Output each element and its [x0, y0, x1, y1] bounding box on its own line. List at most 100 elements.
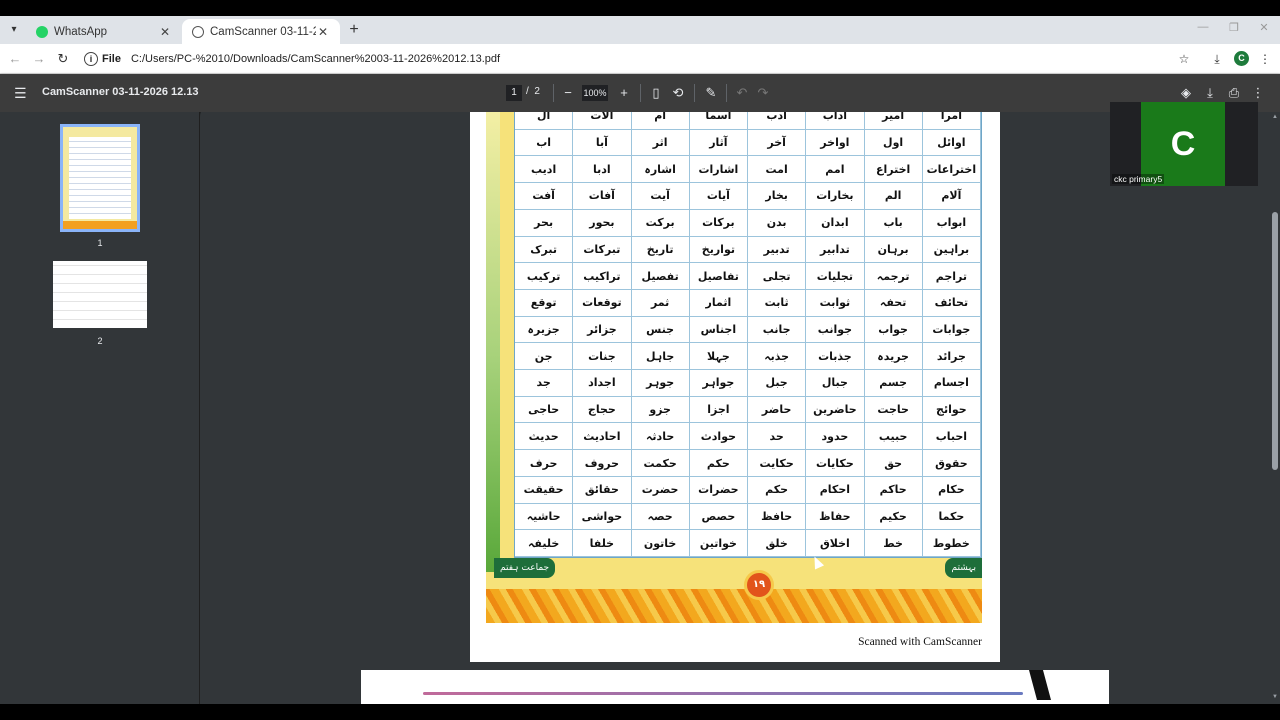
address-bar[interactable]: i File C:/Users/PC-%2010/Downloads/CamSc… [84, 48, 1164, 70]
table-cell: آبا [573, 129, 632, 157]
maximize-icon[interactable]: ❐ [1224, 21, 1244, 34]
table-cell: بدن [748, 209, 807, 237]
scrollbar[interactable]: ▲ ▼ [1270, 112, 1280, 704]
info-icon[interactable]: i [84, 52, 98, 66]
table-cell: تراکیب [573, 263, 632, 290]
page-thumbnail-2[interactable] [53, 261, 147, 328]
table-cell: اول [864, 129, 923, 157]
print-icon[interactable]: ⎙ [1226, 85, 1242, 101]
tab-title: WhatsApp [54, 25, 108, 38]
table-cell: ابدان [806, 209, 865, 237]
table-cell: حدود [806, 423, 865, 451]
page-2-mark [1028, 670, 1052, 700]
table-cell: آفت [515, 183, 574, 210]
table-cell: تفصیل [631, 263, 690, 290]
page-footer-pattern [486, 589, 982, 623]
table-cell: ابواب [922, 209, 981, 237]
table-cell: اب [515, 129, 574, 157]
tab-whatsapp[interactable]: WhatsApp ✕ [26, 19, 182, 44]
pdf-viewer[interactable]: آل آلات اُم اسما ادب آداب امیر امرا اب آبا اثر آثار… [201, 112, 1270, 704]
tab-search-icon[interactable]: ▾ [6, 22, 22, 38]
url-text[interactable]: C:/Users/PC-%2010/Downloads/CamScanner%2… [131, 53, 500, 65]
sidebar-menu-icon[interactable]: ☰ [14, 85, 27, 102]
table-cell: آیات [689, 183, 748, 210]
reload-icon[interactable]: ↻ [54, 50, 72, 68]
table-cell: حکام [922, 476, 981, 504]
table-cell: حدیث [515, 423, 574, 451]
table-cell: جرائد [922, 343, 981, 371]
table-cell: آل [515, 112, 574, 130]
table-cell: جواب [864, 316, 923, 344]
table-cell: براہین [922, 236, 981, 264]
thumbnail-footer [63, 221, 137, 229]
divider [553, 84, 554, 102]
tab-camscanner[interactable]: CamScanner 03-11-2026 12.13 ✕ [182, 19, 340, 44]
zoom-out-icon[interactable]: − [560, 85, 576, 101]
table-cell: حادثہ [631, 423, 690, 451]
table-cell: خط [864, 530, 923, 557]
table-cell: امیر [864, 112, 923, 130]
scroll-down-icon[interactable]: ▼ [1271, 694, 1279, 700]
back-arrow-icon[interactable]: ← [6, 50, 24, 68]
table-cell: اوائل [922, 129, 981, 157]
bookmark-star-icon[interactable]: ☆ [1175, 50, 1193, 68]
table-cell: جریدہ [864, 343, 923, 371]
video-call-overlay[interactable]: C ckc primary5 [1110, 102, 1258, 186]
annotate-pen-icon[interactable]: ✎ [703, 85, 719, 101]
table-cell: اُم [631, 112, 690, 130]
scroll-up-icon[interactable]: ▲ [1271, 114, 1279, 120]
pdf-download-icon[interactable]: ⤓ [1202, 85, 1218, 101]
profile-avatar[interactable]: C [1234, 51, 1249, 66]
window-close-icon[interactable]: ✕ [1254, 21, 1274, 34]
browser-window: ▾ WhatsApp ✕ CamScanner 03-11-2026 12.13… [0, 16, 1280, 704]
table-cell: بحور [573, 209, 632, 237]
table-cell: برہان [864, 236, 923, 264]
page-number-input[interactable]: 1 [506, 85, 522, 101]
pdf-more-icon[interactable]: ⋮ [1250, 85, 1266, 101]
browser-toolbar: ← → ↻ i File C:/Users/PC-%2010/Downloads… [0, 44, 1280, 74]
table-cell: تدابیر [806, 236, 865, 264]
table-cell: حقوق [922, 450, 981, 477]
table-cell: خلفا [573, 530, 632, 557]
page-thumbnail-1[interactable] [60, 124, 140, 232]
divider [726, 84, 727, 102]
close-icon[interactable]: ✕ [158, 25, 172, 39]
table-cell: حروف [573, 450, 632, 477]
zoom-in-icon[interactable]: + [616, 85, 632, 101]
table-cell: خاتون [631, 530, 690, 557]
table-cell: تواریخ [689, 236, 748, 264]
save-drive-icon[interactable]: ◈ [1178, 85, 1194, 101]
tab-title: CamScanner 03-11-2026 12.13 [210, 25, 316, 38]
table-cell: بخار [748, 183, 807, 210]
table-cell: جنات [573, 343, 632, 371]
thumbnail-label: 2 [97, 336, 103, 346]
forward-arrow-icon[interactable]: → [30, 50, 48, 68]
table-cell: حقیقت [515, 476, 574, 504]
table-cell: حق [864, 450, 923, 477]
table-cell: اخلاق [806, 530, 865, 557]
scrollbar-thumb[interactable] [1272, 212, 1278, 470]
minimize-icon[interactable]: — [1193, 21, 1213, 33]
table-cell: جہلا [689, 343, 748, 371]
zoom-input[interactable]: 100% [582, 85, 608, 101]
table-cell: امرا [922, 112, 981, 130]
table-cell: تاریخ [631, 236, 690, 264]
divider [640, 84, 641, 102]
download-icon[interactable]: ⤓ [1208, 50, 1226, 68]
undo-icon[interactable]: ↶ [734, 85, 750, 101]
participant-name: ckc primary5 [1112, 174, 1165, 184]
redo-icon[interactable]: ↷ [755, 85, 771, 101]
divider [694, 84, 695, 102]
pdf-page-2 [361, 670, 1109, 704]
table-cell: حرف [515, 450, 574, 477]
table-cell: الم [864, 183, 923, 210]
table-cell: حضرت [631, 476, 690, 504]
thumbnail-label: 1 [97, 238, 103, 248]
close-icon[interactable]: ✕ [316, 25, 330, 39]
browser-menu-icon[interactable]: ⋮ [1256, 50, 1274, 68]
new-tab-icon[interactable]: + [346, 21, 362, 39]
rotate-icon[interactable]: ⟲ [670, 85, 686, 101]
table-cell: حواشی [573, 503, 632, 531]
table-cell: جذبات [806, 343, 865, 371]
fit-page-icon[interactable]: ▯ [648, 85, 664, 101]
